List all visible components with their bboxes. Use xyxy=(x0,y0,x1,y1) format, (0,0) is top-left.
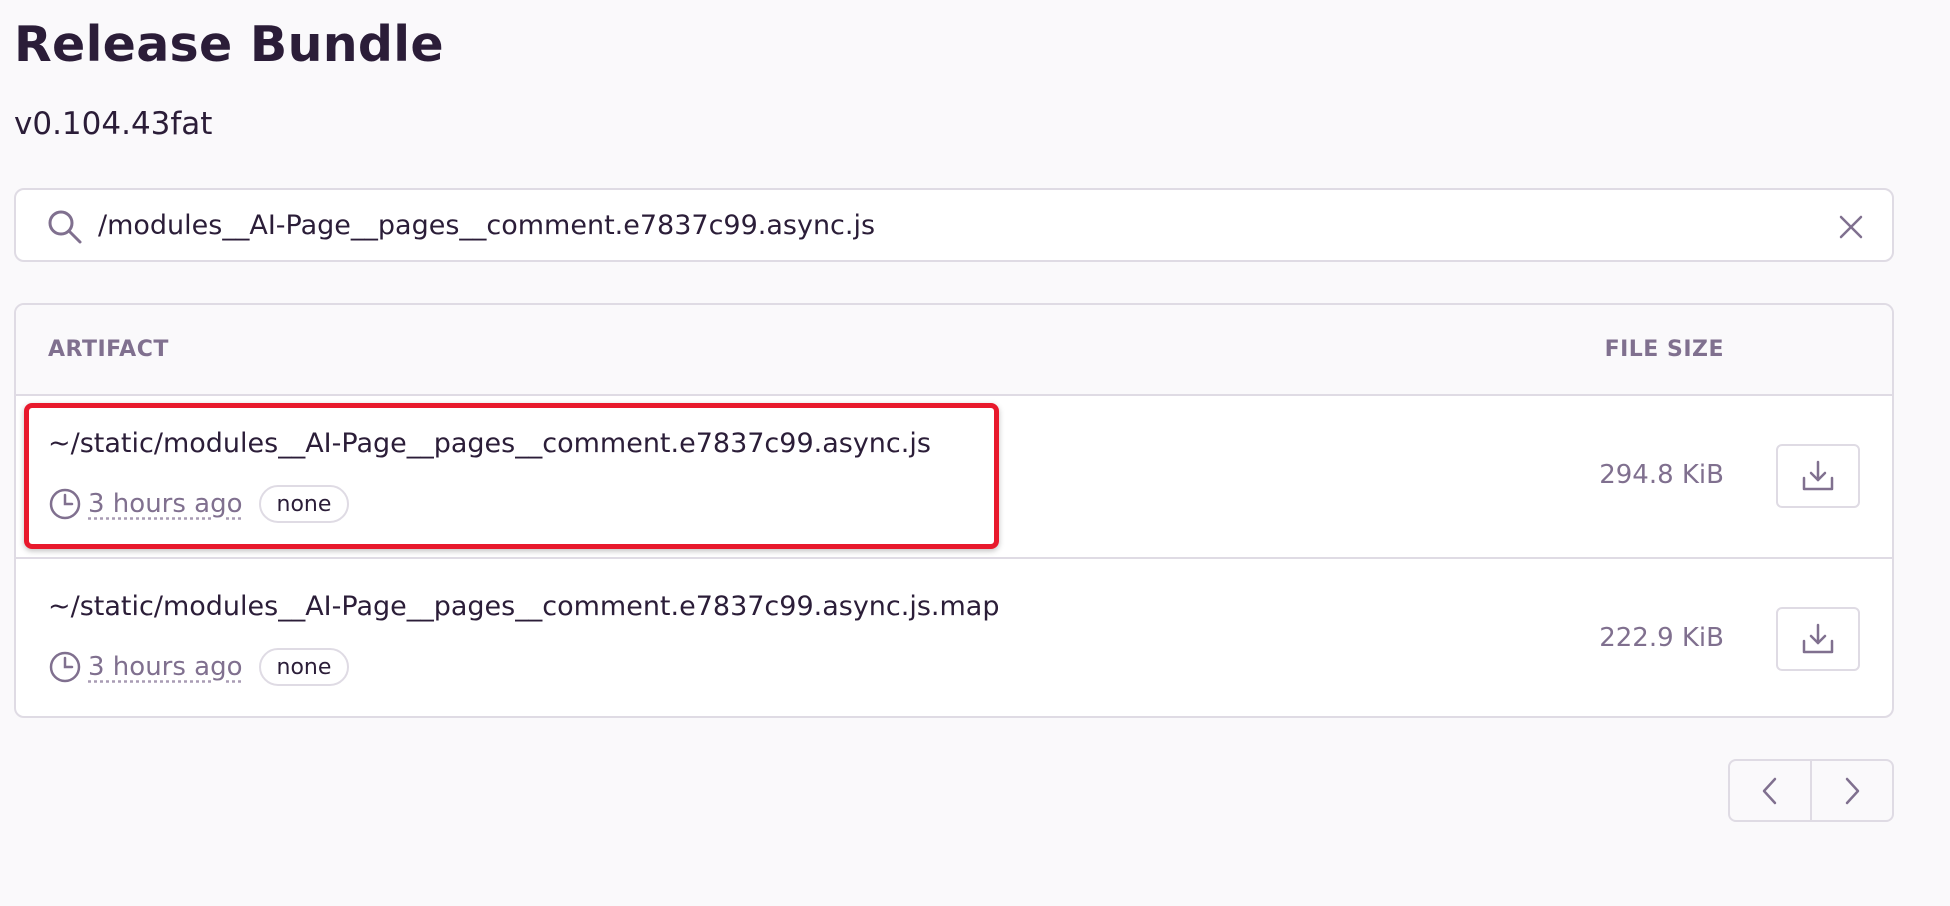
next-page-button[interactable] xyxy=(1810,761,1892,820)
dist-tag: none xyxy=(258,648,350,686)
table-row: ~/static/modules__AI-Page__pages__commen… xyxy=(16,396,1892,557)
previous-page-button[interactable] xyxy=(1730,761,1810,820)
close-icon[interactable] xyxy=(1838,214,1864,240)
artifact-size: 222.9 KiB xyxy=(1599,623,1724,653)
artifact-name: ~/static/modules__AI-Page__pages__commen… xyxy=(48,428,931,459)
column-header-artifact: ARTIFACT xyxy=(48,337,169,362)
artifact-meta: 3 hours ago none xyxy=(48,647,350,687)
artifact-table: ARTIFACT FILE SIZE ~/static/modules__AI-… xyxy=(14,303,1894,718)
search-query-text[interactable]: /modules__AI-Page__pages__comment.e7837c… xyxy=(98,210,875,241)
download-icon xyxy=(1802,460,1834,491)
column-header-file-size: FILE SIZE xyxy=(1604,337,1724,362)
search-icon xyxy=(48,210,82,244)
dist-tag: none xyxy=(258,485,350,523)
artifact-time[interactable]: 3 hours ago xyxy=(88,652,243,682)
clock-icon xyxy=(49,488,81,520)
artifact-name: ~/static/modules__AI-Page__pages__commen… xyxy=(48,591,1000,622)
release-version: v0.104.43fat xyxy=(14,106,213,142)
table-row: ~/static/modules__AI-Page__pages__commen… xyxy=(16,557,1892,716)
table-header: ARTIFACT FILE SIZE xyxy=(16,305,1892,396)
clock-icon xyxy=(49,651,81,683)
download-button[interactable] xyxy=(1776,607,1860,671)
artifact-time[interactable]: 3 hours ago xyxy=(88,489,243,519)
artifact-meta: 3 hours ago none xyxy=(48,484,350,524)
pagination xyxy=(1728,759,1894,822)
artifact-size: 294.8 KiB xyxy=(1599,460,1724,490)
download-button[interactable] xyxy=(1776,444,1860,508)
page-title: Release Bundle xyxy=(14,16,444,73)
chevron-right-icon xyxy=(1845,777,1860,804)
chevron-left-icon xyxy=(1762,777,1777,804)
download-icon xyxy=(1802,623,1834,654)
search-input[interactable]: /modules__AI-Page__pages__comment.e7837c… xyxy=(14,188,1894,262)
